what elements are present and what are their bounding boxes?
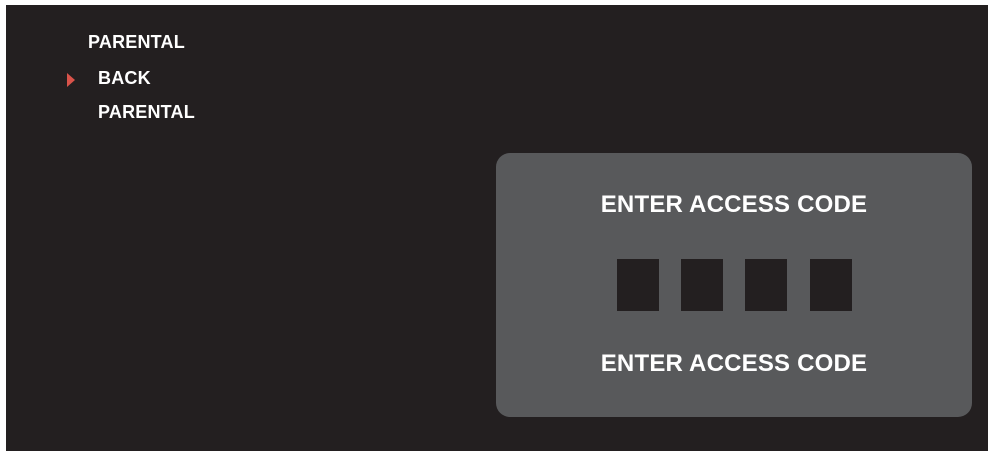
access-code-dialog: ENTER ACCESS CODE ENTER ACCESS CODE (496, 153, 972, 417)
code-digit-4[interactable] (810, 259, 852, 311)
code-digit-2[interactable] (681, 259, 723, 311)
code-digit-1[interactable] (617, 259, 659, 311)
dialog-instruction: ENTER ACCESS CODE (600, 350, 868, 377)
triangle-right-icon (67, 73, 75, 87)
menu-item-back[interactable]: BACK (98, 68, 151, 89)
menu-header: PARENTAL (88, 32, 185, 52)
tv-menu-screen: PARENTAL BACK PARENTAL ENTER ACCESS CODE… (6, 5, 988, 451)
menu-item-parental[interactable]: PARENTAL (98, 102, 195, 123)
code-digit-3[interactable] (745, 259, 787, 311)
dialog-title: ENTER ACCESS CODE (600, 191, 868, 218)
